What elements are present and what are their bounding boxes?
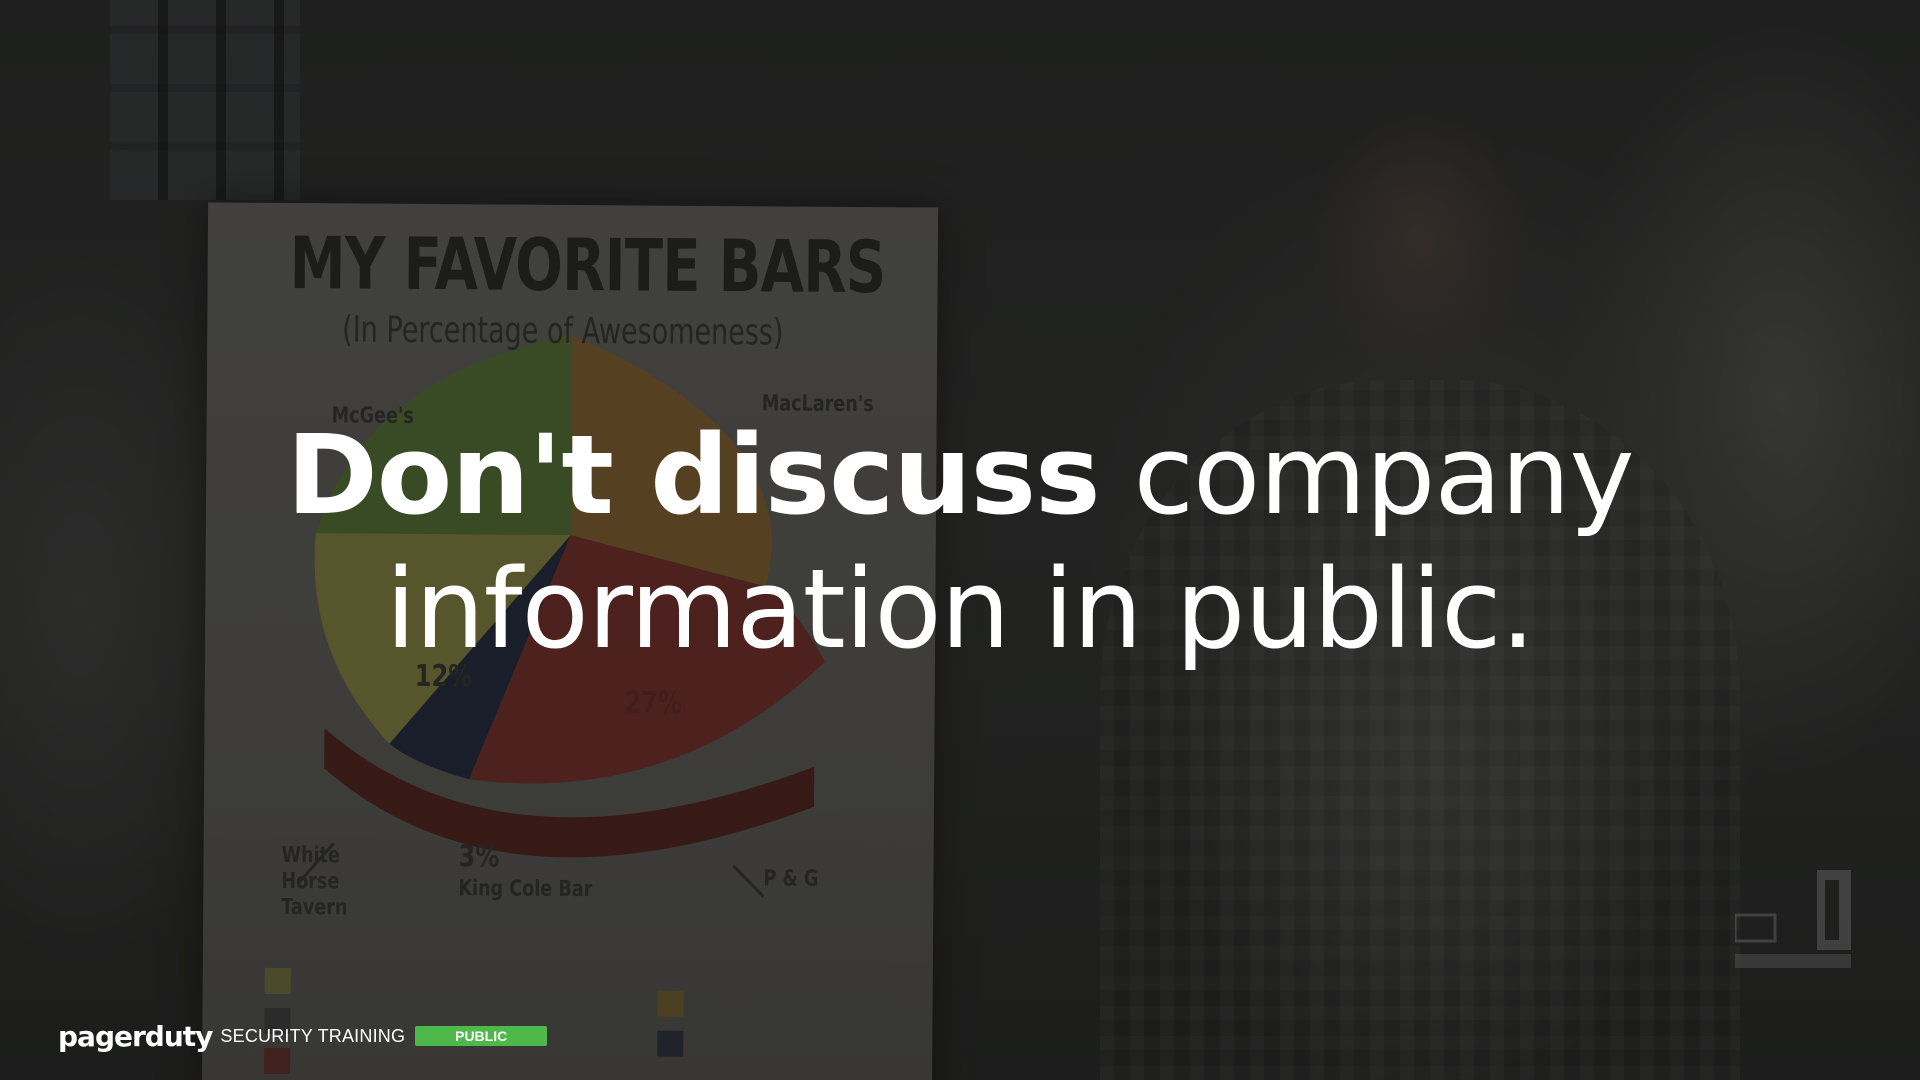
footer-label: SECURITY TRAINING [220,1025,406,1046]
footer: pagerduty SECURITY TRAINING PUBLIC [58,1019,548,1053]
headline-bold-text: Don't discuss [286,411,1100,539]
headline-line-2: information in public. [385,545,1535,673]
pagerduty-logo: pagerduty [58,1019,213,1053]
headline: Don't discuss company information in pub… [0,408,1920,676]
headline-line-1: Don't discuss company [0,408,1920,542]
classification-badge: PUBLIC [415,1026,548,1046]
slide: MY FAVORITE BARS (In Percentage of Aweso… [0,0,1920,1080]
headline-regular-text: company [1099,411,1635,539]
